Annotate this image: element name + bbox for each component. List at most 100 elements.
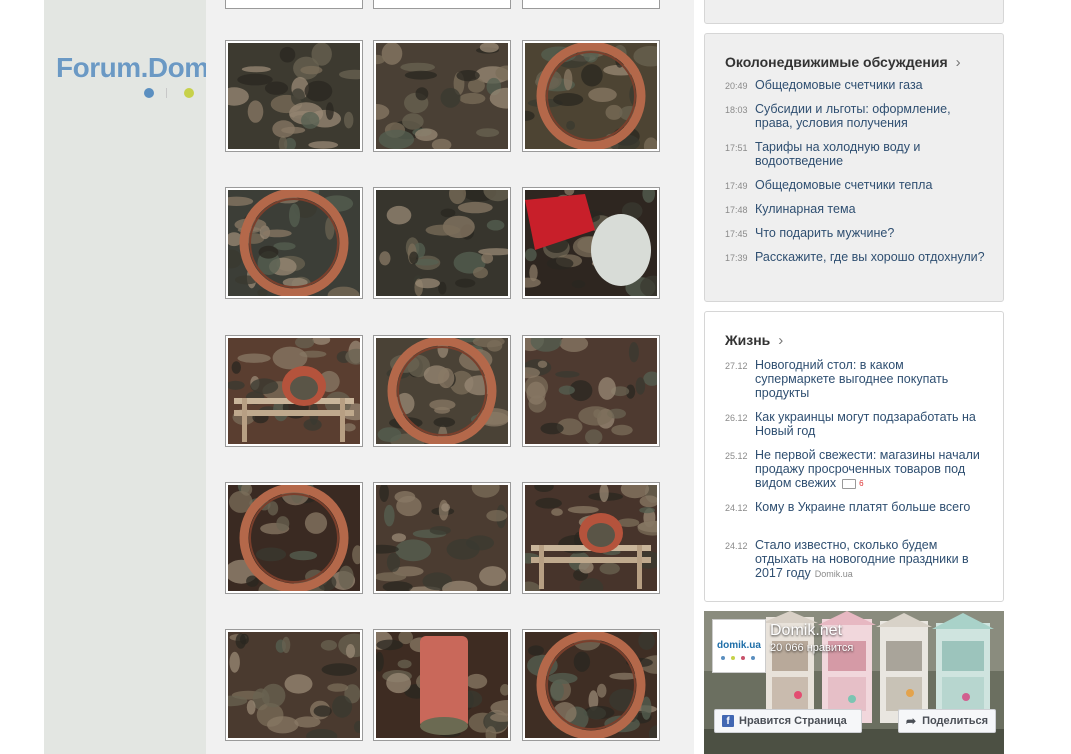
photo-pipe-cross-section [376, 338, 508, 444]
facebook-like-button[interactable]: f Нравится Страница [714, 709, 862, 733]
photo-pipe-on-bench [228, 338, 360, 444]
news-link[interactable]: Новогодний стол: в каком супермаркете вы… [755, 358, 985, 400]
photo-sewage-debris [376, 43, 508, 149]
news-link[interactable]: Не первой свежести: магазины начали прод… [755, 448, 985, 491]
news-timestamp: 17:48 [725, 205, 748, 215]
news-item[interactable]: 24.12 Стало известно, сколько будем отдых… [725, 538, 985, 581]
news-title[interactable]: Что подарить мужчине? [755, 226, 894, 240]
news-title[interactable]: Не первой свежести: магазины начали прод… [755, 448, 980, 490]
news-link[interactable]: Стало известно, сколько будем отдыхать н… [755, 538, 985, 581]
facebook-icon: f [722, 715, 734, 727]
life-title[interactable]: Жизнь › [725, 332, 783, 349]
facebook-like-count: 20 066 нравится [770, 642, 854, 654]
photo-thumb[interactable] [225, 482, 363, 594]
news-item[interactable]: 17:39 Расскажите, где вы хорошо отдохнули… [725, 250, 985, 264]
news-item[interactable]: 20:49 Общедомовые счетчики газа [725, 78, 985, 92]
photo-thumb[interactable] [522, 629, 660, 741]
comment-icon[interactable] [842, 478, 857, 489]
news-timestamp: 20:49 [725, 81, 748, 91]
facebook-page-widget[interactable]: domik.ua Domik.net 20 066 нравится f Нра… [704, 611, 1004, 754]
discussions-title-text[interactable]: Околонедвижимые обсуждения [725, 54, 948, 70]
like-button-label: Нравится Страница [739, 715, 847, 727]
news-title[interactable]: Стало известно, сколько будем отдыхать н… [755, 538, 969, 580]
news-title[interactable]: Расскажите, где вы хорошо отдохнули? [755, 250, 985, 264]
photo-thumb[interactable] [522, 40, 660, 152]
news-item[interactable]: 25.12 Не первой свежести: магазины начали… [725, 448, 985, 491]
photo-pipe-cross-section [228, 190, 360, 296]
news-timestamp: 17:49 [725, 181, 748, 191]
photo-thumb[interactable] [373, 187, 511, 299]
photo-sewage-debris [228, 43, 360, 149]
photo-pipe-interior [525, 43, 657, 149]
photo-thumb-partial[interactable] [522, 0, 660, 9]
photo-pipe-on-bench [525, 485, 657, 591]
news-link[interactable]: Как украинцы могут подзаработать на Новы… [755, 410, 985, 438]
photo-thumb-partial[interactable] [373, 0, 511, 9]
news-link[interactable]: Общедомовые счетчики тепла [755, 178, 932, 192]
news-link[interactable]: Расскажите, где вы хорошо отдохнули? [755, 250, 985, 264]
facebook-page-avatar[interactable]: domik.ua [712, 619, 766, 673]
news-title[interactable]: Кулинарная тема [755, 202, 856, 216]
photo-thumb[interactable] [522, 335, 660, 447]
chevron-right-icon[interactable]: › [956, 54, 961, 71]
left-sidebar [44, 0, 206, 754]
news-timestamp: 18:03 [725, 105, 748, 115]
news-timestamp: 25.12 [725, 451, 748, 461]
share-arrow-icon: ➦ [906, 714, 917, 728]
logo-dot-separator [166, 88, 167, 98]
news-title[interactable]: Общедомовые счетчики тепла [755, 178, 932, 192]
share-button-label: Поделиться [922, 715, 989, 727]
discussions-panel: Околонедвижимые обсуждения › 20:49 Общедом… [704, 33, 1004, 302]
news-timestamp: 24.12 [725, 541, 748, 551]
news-link[interactable]: Кулинарная тема [755, 202, 856, 216]
photo-sewage-debris [525, 338, 657, 444]
news-item[interactable]: 17:51 Тарифы на холодную воду и водоотвед… [725, 140, 985, 168]
news-timestamp: 17:45 [725, 229, 748, 239]
news-timestamp: 17:51 [725, 143, 748, 153]
news-item[interactable]: 17:48 Кулинарная тема [725, 202, 985, 216]
chevron-right-icon[interactable]: › [778, 332, 783, 349]
life-title-text[interactable]: Жизнь [725, 332, 770, 348]
photo-thumb[interactable] [225, 629, 363, 741]
photo-thumb[interactable] [373, 482, 511, 594]
photo-thumb[interactable] [373, 335, 511, 447]
facebook-share-button[interactable]: ➦ Поделиться [898, 709, 996, 733]
panel-partial-top [704, 0, 1004, 24]
news-link[interactable]: Общедомовые счетчики газа [755, 78, 923, 92]
photo-pipe-upright [376, 632, 508, 738]
news-link[interactable]: Тарифы на холодную воду и водоотведение [755, 140, 985, 168]
news-link[interactable]: Субсидии и льготы: оформление, права, ус… [755, 102, 985, 130]
photo-thumb[interactable] [225, 40, 363, 152]
photo-thumb[interactable] [373, 40, 511, 152]
photo-pipe-cross-section [228, 485, 360, 591]
discussions-title[interactable]: Околонедвижимые обсуждения › [725, 54, 961, 71]
news-title[interactable]: Общедомовые счетчики газа [755, 78, 923, 92]
news-title[interactable]: Субсидии и льготы: оформление, права, ус… [755, 102, 951, 130]
logo-dot-blue [144, 88, 154, 98]
facebook-page-name[interactable]: Domik.net [770, 622, 842, 640]
news-title[interactable]: Новогодний стол: в каком супермаркете вы… [755, 358, 948, 400]
photo-thumb[interactable] [522, 482, 660, 594]
news-item[interactable]: 17:45 Что подарить мужчине? [725, 226, 985, 240]
news-item[interactable]: 27.12 Новогодний стол: в каком супермарке… [725, 358, 985, 400]
life-panel: Жизнь › 27.12 Новогодний стол: в каком суп… [704, 311, 1004, 602]
comment-count[interactable]: 6 [859, 479, 863, 488]
news-item[interactable]: 24.12 Кому в Украине платят больше всего [725, 500, 985, 514]
news-title[interactable]: Тарифы на холодную воду и водоотведение [755, 140, 920, 168]
news-item[interactable]: 17:49 Общедомовые счетчики тепла [725, 178, 985, 192]
news-item[interactable]: 26.12 Как украинцы могут подзаработать на… [725, 410, 985, 438]
photo-thumb[interactable] [225, 187, 363, 299]
news-link[interactable]: Кому в Украине платят больше всего [755, 500, 970, 514]
logo-dot-green [184, 88, 194, 98]
news-item[interactable]: 18:03 Субсидии и льготы: оформление, прав… [725, 102, 985, 130]
photo-thumb[interactable] [522, 187, 660, 299]
photo-hand-with-pipe [525, 190, 657, 296]
photo-thumb-partial[interactable] [225, 0, 363, 9]
news-link[interactable]: Что подарить мужчине? [755, 226, 894, 240]
news-title[interactable]: Как украинцы могут подзаработать на Новы… [755, 410, 976, 438]
photo-thumb[interactable] [373, 629, 511, 741]
news-timestamp: 24.12 [725, 503, 748, 513]
news-title[interactable]: Кому в Украине платят больше всего [755, 500, 970, 514]
photo-thumb[interactable] [225, 335, 363, 447]
news-timestamp: 26.12 [725, 413, 748, 423]
